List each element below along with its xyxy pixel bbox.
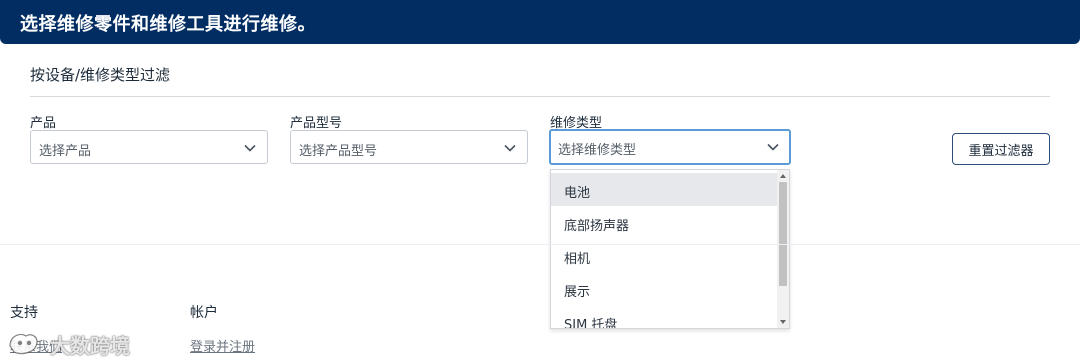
product-label: 产品 [30, 116, 57, 131]
scroll-up-arrow-icon[interactable] [780, 174, 786, 178]
footer-account-heading: 帐户 [190, 305, 218, 321]
model-label: 产品型号 [290, 116, 343, 131]
footer-login-link[interactable]: 登录并注册 [190, 336, 255, 355]
model-select-placeholder: 选择产品型号 [299, 144, 378, 159]
dropdown-option[interactable]: SIM 托盘 [551, 305, 777, 328]
dropdown-option[interactable]: 展示 [551, 272, 777, 305]
section-divider [30, 96, 1050, 97]
dropdown-option[interactable]: 电池 [551, 173, 777, 206]
footer-support-heading: 支持 [10, 305, 38, 321]
repair-type-dropdown: 电池 底部扬声器 相机 展示 SIM 托盘 [550, 169, 790, 329]
chevron-down-icon [244, 144, 256, 152]
scroll-down-arrow-icon[interactable] [780, 320, 786, 324]
reset-filters-button[interactable]: 重置过滤器 [952, 133, 1050, 165]
watermark: 大数跨境 [4, 326, 144, 360]
footer-divider [0, 244, 1080, 245]
dropdown-option[interactable]: 底部扬声器 [551, 206, 777, 239]
dropdown-scrollbar[interactable] [777, 170, 789, 328]
chevron-down-icon [767, 143, 779, 151]
repair-type-select-placeholder: 选择维修类型 [558, 143, 637, 158]
product-select-placeholder: 选择产品 [39, 144, 92, 159]
watermark-logo-icon [9, 333, 38, 355]
repair-type-select[interactable]: 选择维修类型 [549, 129, 791, 165]
model-select[interactable]: 选择产品型号 [290, 130, 528, 164]
product-select[interactable]: 选择产品 [30, 130, 268, 164]
filter-heading: 按设备/维修类型过滤 [30, 66, 171, 84]
scrollbar-thumb[interactable] [779, 182, 787, 286]
banner-title: 选择维修零件和维修工具进行维修。 [20, 14, 316, 35]
page-banner: 选择维修零件和维修工具进行维修。 [0, 0, 1080, 44]
chevron-down-icon [504, 144, 516, 152]
watermark-text: 大数跨境 [50, 334, 130, 358]
